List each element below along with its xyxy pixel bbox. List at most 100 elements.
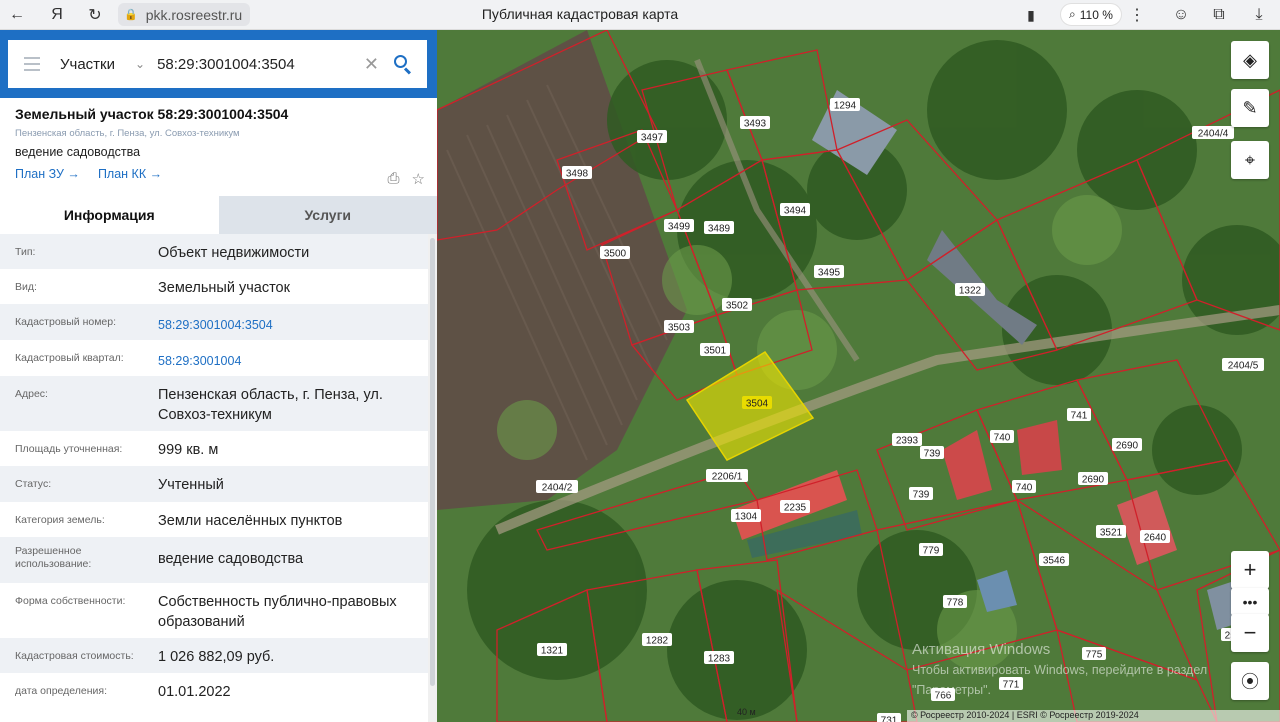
info-row: Статус: Учтенный [0,466,428,502]
parcel-label[interactable]: 3495 [814,265,844,279]
parcel-label[interactable]: 3494 [780,203,810,217]
svg-text:3493: 3493 [744,119,767,130]
svg-text:778: 778 [947,598,964,609]
parcel-label[interactable]: 3500 [600,246,630,260]
parcel-label[interactable]: 741 [1067,408,1091,422]
map-canvas[interactable]: 1294 3497 3493 3498 3494 3499 3489 2404/4 3500 34… [437,30,1280,722]
compass-icon[interactable]: ⦿ [1231,662,1269,700]
watermark-line-1: Активация Windows [912,641,1051,658]
locate-icon[interactable]: ⌖ [1231,141,1269,179]
parcel-label[interactable]: 2206/1 [706,469,748,483]
parcel-label[interactable]: 3498 [562,166,592,180]
chevron-down-icon[interactable]: ⌄ [135,57,145,71]
watermark-line-3: "Параметры". [912,683,991,697]
svg-text:2235: 2235 [784,503,807,514]
info-row: дата определения: 01.01.2022 [0,673,428,708]
info-row: Кадастровый номер: 58:29:3001004:3504 [0,304,428,340]
print-preview-icon[interactable]: ⎙ [388,170,400,188]
parcel-label[interactable]: 1322 [955,283,985,297]
zoom-out-icon[interactable]: − [1231,614,1269,652]
search-icon[interactable] [393,54,413,75]
info-value: 01.01.2022 [158,684,231,700]
svg-text:3501: 3501 [704,346,727,357]
menu-icon[interactable] [24,57,40,71]
info-key: Кадастровый номер: [15,316,117,328]
tab-info[interactable]: Информация [0,196,219,234]
parcel-label[interactable]: 3502 [722,298,752,312]
info-row: Кадастровая стоимость: 1 026 882,09 руб. [0,638,428,673]
parcel-label[interactable]: 1283 [704,651,734,665]
parcel-label[interactable]: 1304 [731,509,761,523]
info-value: Земли населённых пунктов [158,513,343,529]
svg-text:2690: 2690 [1116,441,1139,452]
parcel-label[interactable]: 2404/2 [536,480,578,494]
layers-icon[interactable]: ◈ [1231,41,1269,79]
map-attribution: © Росреестр 2010-2024 | ESRI © Росреестр… [907,710,1280,722]
collections-icon[interactable]: ⧉ [1208,4,1230,26]
parcel-label[interactable]: 3497 [637,130,667,144]
cadastral-map[interactable]: 1294 3497 3493 3498 3494 3499 3489 2404/4 3500 34… [437,30,1280,722]
parcel-label[interactable]: 740 [1012,480,1036,494]
parcel-label[interactable]: 2690 [1078,472,1108,486]
zoom-control[interactable]: ⌕ 110 % [1060,3,1122,26]
parcel-label[interactable]: 779 [919,543,943,557]
parcel-label[interactable]: 2235 [780,500,810,514]
more-icon[interactable]: ⋮ [1126,4,1148,26]
parcel-title: Земельный участок 58:29:3001004:3504 [15,106,289,122]
parcel-label[interactable]: 3503 [664,320,694,334]
cadastral-number-link[interactable]: 58:29:3001004:3504 [158,304,428,335]
ruler-icon[interactable]: ✎ [1231,89,1269,127]
parcel-use: ведение садоводства [15,145,141,159]
info-value: Учтенный [158,477,224,493]
svg-text:731: 731 [881,716,898,722]
plan-zu-link[interactable]: План ЗУ → [15,167,80,181]
svg-text:2640: 2640 [1144,533,1167,544]
star-icon[interactable]: ☆ [412,170,425,188]
parcel-label[interactable]: 740 [990,430,1014,444]
parcel-label[interactable]: 2404/4 [1192,126,1234,140]
svg-text:2404/5: 2404/5 [1228,361,1259,372]
watermark-line-2: Чтобы активировать Windows, перейдите в … [912,663,1208,677]
parcel-label[interactable]: 1294 [830,98,860,112]
parcel-label[interactable]: 1282 [642,633,672,647]
search-box: Участки ⌄ 58:29:3001004:3504 ✕ [8,40,427,88]
zoom-in-icon[interactable]: + [1231,551,1269,589]
svg-text:2690: 2690 [1082,475,1105,486]
zoom-level: 110 % [1079,7,1113,22]
more-options-icon[interactable]: ••• [1231,588,1269,616]
tab-services[interactable]: Услуги [218,196,437,234]
plan-kk-link[interactable]: План КК → [98,167,162,181]
bookmark-icon[interactable]: ▮ [1020,4,1042,26]
parcel-label[interactable]: 778 [943,595,967,609]
parcel-label[interactable]: 3521 [1096,525,1126,539]
parcel-label[interactable]: 3493 [740,116,770,130]
zoom-search-icon: ⌕ [1069,7,1076,21]
extension-icon[interactable]: ☺ [1170,4,1192,26]
search-input[interactable]: 58:29:3001004:3504 [157,56,364,73]
parcel-label[interactable]: 739 [909,487,933,501]
selected-parcel-label[interactable]: 3504 [742,396,772,410]
svg-text:3498: 3498 [566,169,589,180]
parcel-label[interactable]: 3499 [664,219,694,233]
parcel-label[interactable]: 2690 [1112,438,1142,452]
cadastral-quarter-link[interactable]: 58:29:3001004 [158,340,428,371]
parcel-label[interactable]: 3489 [704,221,734,235]
info-table: Тип: Объект недвижимости Вид: Земельный … [0,234,428,708]
info-key: Тип: [15,246,36,258]
parcel-label[interactable]: 739 [920,446,944,460]
layer-select[interactable]: Участки [60,56,115,73]
scrollbar-thumb[interactable] [430,238,435,686]
parcel-label[interactable]: 1321 [537,643,567,657]
parcel-label[interactable]: 3546 [1039,553,1069,567]
svg-text:3497: 3497 [641,133,664,144]
parcel-label[interactable]: 3501 [700,343,730,357]
clear-icon[interactable]: ✕ [364,54,379,75]
parcel-label[interactable]: 2640 [1140,530,1170,544]
page-title: Публичная кадастровая карта [481,6,679,22]
info-row: Площадь уточненная: 999 кв. м [0,431,428,466]
parcel-label[interactable]: 731 [877,713,901,722]
info-value: 999 кв. м [158,442,219,458]
download-icon[interactable]: ⤓ [1248,4,1270,26]
parcel-label[interactable]: 2404/5 [1222,358,1264,372]
parcel-label[interactable]: 2393 [892,433,922,447]
